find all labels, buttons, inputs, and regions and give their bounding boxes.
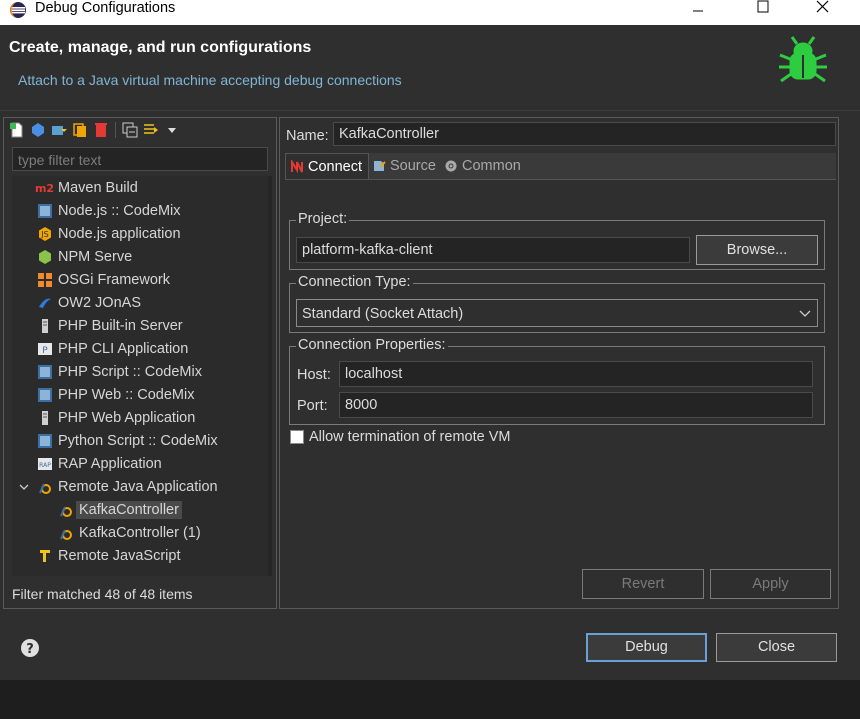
jonas-icon [36,295,53,312]
host-field[interactable]: localhost [339,361,813,387]
minimize-button[interactable] [675,0,721,22]
close-button[interactable]: Close [716,633,837,662]
project-group: Project: platform-kafka-client Browse... [289,211,825,270]
tree-scrollbar[interactable] [268,176,272,576]
remote-js-icon [36,548,53,565]
header-title: Create, manage, and run configurations [9,39,312,56]
tab-connect[interactable]: Connect [285,153,370,179]
connection-properties-group: Connection Properties: Host: localhost P… [289,337,825,425]
name-label: Name: [286,128,329,144]
revert-button[interactable]: Revert [582,569,704,599]
new-configuration-icon[interactable] [8,121,26,139]
svg-text:?: ? [26,642,34,657]
configurations-panel: type filter text m2 Maven Build Node.js … [3,117,277,609]
tree-item-ow2-jonas[interactable]: OW2 JOnAS [36,292,141,314]
maximize-button[interactable] [740,0,786,22]
port-label: Port: [297,398,328,414]
toolbar-separator [115,122,116,138]
allow-termination-label: Allow termination of remote VM [309,429,511,445]
collapse-all-icon[interactable] [121,121,139,139]
tree-item-php-script-codemix[interactable]: PHP Script :: CodeMix [36,361,202,383]
header-subtitle: Attach to a Java virtual machine accepti… [18,72,402,88]
tree-item-kafkacontroller[interactable]: KafkaController [57,499,182,521]
php-web-icon [36,410,53,427]
filter-icon[interactable] [142,121,160,139]
svg-text:P: P [42,346,48,356]
svg-text:RAP: RAP [39,462,51,469]
eclipse-icon [10,2,26,18]
common-icon [444,159,458,173]
chevron-down-icon[interactable] [18,479,30,496]
connection-type-label: Connection Type: [296,274,413,290]
remote-java-icon [57,525,74,542]
window-close-button[interactable] [800,0,846,22]
configurations-tree: m2 Maven Build Node.js :: CodeMix JS Nod… [12,176,268,576]
tree-item-remote-java-application[interactable]: Remote Java Application [18,476,218,498]
dialog-header: Create, manage, and run configurations A… [0,25,860,110]
header-separator [0,110,860,111]
connect-icon [290,159,304,174]
configuration-editor: Name: KafkaController Connect Source Com… [279,117,839,609]
npm-icon [36,249,53,266]
project-field[interactable]: platform-kafka-client [296,237,690,263]
view-menu-icon[interactable] [163,121,181,139]
nodejs-icon: JS [36,226,53,243]
connection-type-group: Connection Type: Standard (Socket Attach… [289,274,825,333]
tree-item-npm-serve[interactable]: NPM Serve [36,246,132,268]
tree-item-remote-javascript[interactable]: Remote JavaScript [36,545,181,567]
name-field[interactable]: KafkaController [333,122,836,146]
tree-item-kafkacontroller-1[interactable]: KafkaController (1) [57,522,201,544]
svg-text:JS: JS [40,230,48,239]
codemix-icon [36,364,53,381]
tab-source[interactable]: Source [368,153,442,179]
tree-item-nodejs-application[interactable]: JS Node.js application [36,223,181,245]
source-icon [372,159,386,173]
connection-properties-label: Connection Properties: [296,337,448,353]
filter-input[interactable]: type filter text [12,147,268,171]
tree-item-python-script-codemix[interactable]: Python Script :: CodeMix [36,430,218,452]
tree-item-rap-application[interactable]: RAP RAP Application [36,453,162,475]
tab-common[interactable]: Common [440,153,527,179]
configurations-toolbar [8,120,181,140]
tree-item-php-web-application[interactable]: PHP Web Application [36,407,195,429]
export-icon[interactable] [50,121,68,139]
host-label: Host: [297,367,331,383]
tree-item-php-built-in-server[interactable]: PHP Built-in Server [36,315,183,337]
remote-java-icon [36,479,53,496]
allow-termination-checkbox[interactable] [290,430,304,444]
tree-item-maven-build[interactable]: m2 Maven Build [34,177,138,199]
debug-bug-icon [779,36,827,83]
maven-icon: m2 [34,181,55,195]
connection-type-select[interactable]: Standard (Socket Attach) [296,299,818,327]
php-cli-icon: P [36,341,53,358]
help-icon[interactable]: ? [20,638,40,658]
tree-item-osgi-framework[interactable]: OSGi Framework [36,269,170,291]
codemix-icon [36,387,53,404]
tree-item-php-web-codemix[interactable]: PHP Web :: CodeMix [36,384,194,406]
browse-button[interactable]: Browse... [696,235,818,265]
project-label: Project: [296,211,350,227]
title-bar: Debug Configurations [0,0,860,25]
remote-java-icon [57,502,74,519]
filter-status: Filter matched 48 of 48 items [12,586,193,602]
rap-icon: RAP [36,456,53,473]
debug-button[interactable]: Debug [586,633,707,662]
new-prototype-icon[interactable] [29,121,47,139]
tree-item-php-cli-application[interactable]: P PHP CLI Application [36,338,188,360]
codemix-icon [36,203,53,220]
codemix-icon [36,433,53,450]
delete-icon[interactable] [92,121,110,139]
osgi-icon [36,272,53,289]
editor-tabs: Connect Source Common [285,153,836,180]
apply-button[interactable]: Apply [710,569,831,599]
port-field[interactable]: 8000 [339,392,813,418]
dialog-body: Create, manage, and run configurations A… [0,25,860,680]
window-title: Debug Configurations [35,0,176,16]
php-server-icon [36,318,53,335]
duplicate-icon[interactable] [71,121,89,139]
chevron-down-icon [799,310,811,317]
tree-item-nodejs-codemix[interactable]: Node.js :: CodeMix [36,200,181,222]
